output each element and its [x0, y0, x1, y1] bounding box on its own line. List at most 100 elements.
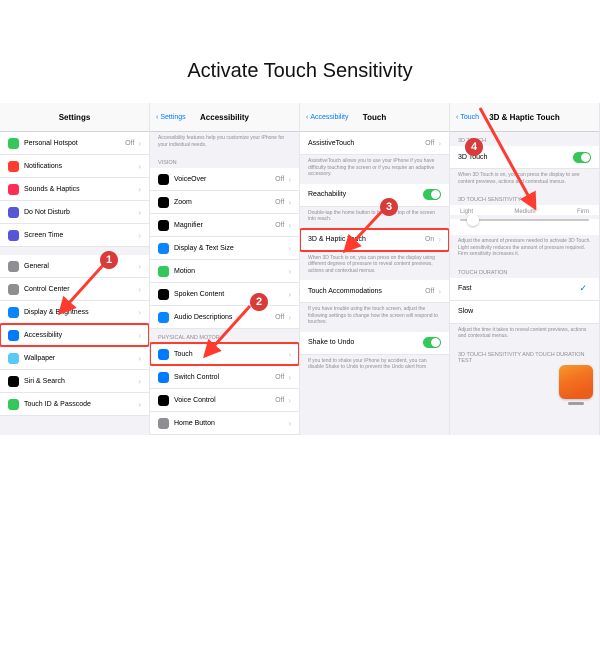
chevron-icon: ›	[288, 419, 291, 428]
motor-row-home-button[interactable]: Home Button›	[150, 412, 299, 435]
settings-row-display-brightness[interactable]: Display & Brightness›	[0, 301, 149, 324]
row-value: On	[425, 236, 434, 243]
row-label: Home Button	[174, 420, 288, 427]
sensitivity-slider[interactable]	[460, 219, 589, 221]
chevron-icon: ›	[138, 308, 141, 317]
vision-row-magnifier[interactable]: MagnifierOff›	[150, 214, 299, 237]
chevron-icon: ›	[138, 231, 141, 240]
chevron-icon: ›	[138, 208, 141, 217]
settings-row-screen-time[interactable]: Screen Time›	[0, 224, 149, 247]
vision-row-motion[interactable]: Motion›	[150, 260, 299, 283]
row-icon	[8, 330, 19, 341]
row-label: General	[24, 263, 138, 270]
row-value: Off	[425, 288, 434, 295]
row-icon	[8, 161, 19, 172]
chevron-icon: ›	[288, 396, 291, 405]
step-badge-2: 2	[250, 293, 268, 311]
motor-row-voice-control[interactable]: Voice ControlOff›	[150, 389, 299, 412]
row-value: Off	[275, 374, 284, 381]
row-icon	[8, 138, 19, 149]
row-label: Magnifier	[174, 222, 275, 229]
chevron-icon: ›	[138, 262, 141, 271]
row-label: Zoom	[174, 199, 275, 206]
row-label: Fast	[458, 285, 579, 292]
row-label: Shake to Undo	[308, 339, 423, 346]
row-label: Sounds & Haptics	[24, 186, 138, 193]
back-to-settings[interactable]: ‹ Settings	[156, 114, 186, 121]
back-to-touch[interactable]: ‹ Touch	[456, 114, 479, 121]
motor-row-touch[interactable]: Touch›	[150, 343, 299, 366]
settings-row-siri-search[interactable]: Siri & Search›	[0, 370, 149, 393]
toggle-3dtouch[interactable]	[573, 152, 591, 163]
toggle[interactable]	[423, 189, 441, 200]
section-sensitivity: 3D TOUCH SENSITIVITY	[450, 191, 599, 205]
row-icon	[158, 289, 169, 300]
back-to-accessibility[interactable]: ‹ Accessibility	[306, 114, 348, 121]
chevron-icon: ›	[288, 175, 291, 184]
settings-row-personal-hotspot[interactable]: Personal HotspotOff›	[0, 132, 149, 155]
settings-row-sounds-haptics[interactable]: Sounds & Haptics›	[0, 178, 149, 201]
panel2-header: ‹ Settings Accessibility	[150, 103, 299, 132]
footer-text: If you tend to shake your iPhone by acci…	[300, 355, 449, 377]
settings-row-accessibility[interactable]: Accessibility›	[0, 324, 149, 347]
motor-row-switch-control[interactable]: Switch ControlOff›	[150, 366, 299, 389]
settings-row-wallpaper[interactable]: Wallpaper›	[0, 347, 149, 370]
panel2-intro: Accessibility features help you customiz…	[150, 132, 299, 154]
row-label: Control Center	[24, 286, 138, 293]
row-icon	[8, 230, 19, 241]
touch-row-shake-to-undo[interactable]: Shake to Undo	[300, 332, 449, 355]
touch-row-assistivetouch[interactable]: AssistiveTouchOff›	[300, 132, 449, 155]
footer-text: AssistiveTouch allows you to use your iP…	[300, 155, 449, 184]
panel3-header: ‹ Accessibility Touch	[300, 103, 449, 132]
chevron-icon: ›	[288, 267, 291, 276]
row-icon	[8, 307, 19, 318]
row-label: Wallpaper	[24, 355, 138, 362]
row-icon	[158, 197, 169, 208]
row-label: Switch Control	[174, 374, 275, 381]
row-label: Reachability	[308, 191, 423, 198]
vision-row-voiceover[interactable]: VoiceOverOff›	[150, 168, 299, 191]
row-label: Audio Descriptions	[174, 314, 275, 321]
footer-text: When 3D Touch is on, you can press on th…	[300, 252, 449, 281]
row-value: Off	[275, 199, 284, 206]
duration-row-slow[interactable]: Slow	[450, 301, 599, 324]
chevron-icon: ›	[138, 162, 141, 171]
settings-row-notifications[interactable]: Notifications›	[0, 155, 149, 178]
duration-row-fast[interactable]: Fast✓	[450, 278, 599, 301]
panel1-header: Settings	[0, 103, 149, 132]
row-icon	[158, 349, 169, 360]
settings-row-control-center[interactable]: Control Center›	[0, 278, 149, 301]
chevron-icon: ›	[138, 354, 141, 363]
toggle[interactable]	[423, 337, 441, 348]
chevron-icon: ›	[288, 221, 291, 230]
row-label: Personal Hotspot	[24, 140, 125, 147]
chevron-icon: ›	[138, 331, 141, 340]
settings-row-touch-id-passcode[interactable]: Touch ID & Passcode›	[0, 393, 149, 416]
row-icon	[158, 174, 169, 185]
step-badge-3: 3	[380, 198, 398, 216]
test-image[interactable]	[559, 365, 593, 399]
touch-row-touch-accommodations[interactable]: Touch AccommodationsOff›	[300, 280, 449, 303]
row-icon	[158, 372, 169, 383]
row-label: Touch	[174, 351, 288, 358]
touch-row-reachability[interactable]: Reachability	[300, 184, 449, 207]
vision-row-audio-descriptions[interactable]: Audio DescriptionsOff›	[150, 306, 299, 329]
vision-row-spoken-content[interactable]: Spoken Content›	[150, 283, 299, 306]
touch-row-3d-haptic-touch[interactable]: 3D & Haptic TouchOn›	[300, 229, 449, 252]
row-label: Notifications	[24, 163, 138, 170]
settings-row-do-not-disturb[interactable]: Do Not Disturb›	[0, 201, 149, 224]
section-motor: PHYSICAL AND MOTOR	[150, 329, 299, 343]
row-icon	[8, 284, 19, 295]
footer-text: Double-tap the home button to bring the …	[300, 207, 449, 229]
vision-row-display-text-size[interactable]: Display & Text Size›	[150, 237, 299, 260]
chevron-icon: ›	[288, 290, 291, 299]
row-label: Touch ID & Passcode	[24, 401, 138, 408]
row-icon	[8, 399, 19, 410]
chevron-icon: ›	[138, 139, 141, 148]
chevron-icon: ›	[438, 139, 441, 148]
row-icon	[8, 184, 19, 195]
footer-text: If you have trouble using the touch scre…	[300, 303, 449, 332]
chevron-icon: ›	[138, 285, 141, 294]
settings-row-general[interactable]: General›	[0, 255, 149, 278]
vision-row-zoom[interactable]: ZoomOff›	[150, 191, 299, 214]
